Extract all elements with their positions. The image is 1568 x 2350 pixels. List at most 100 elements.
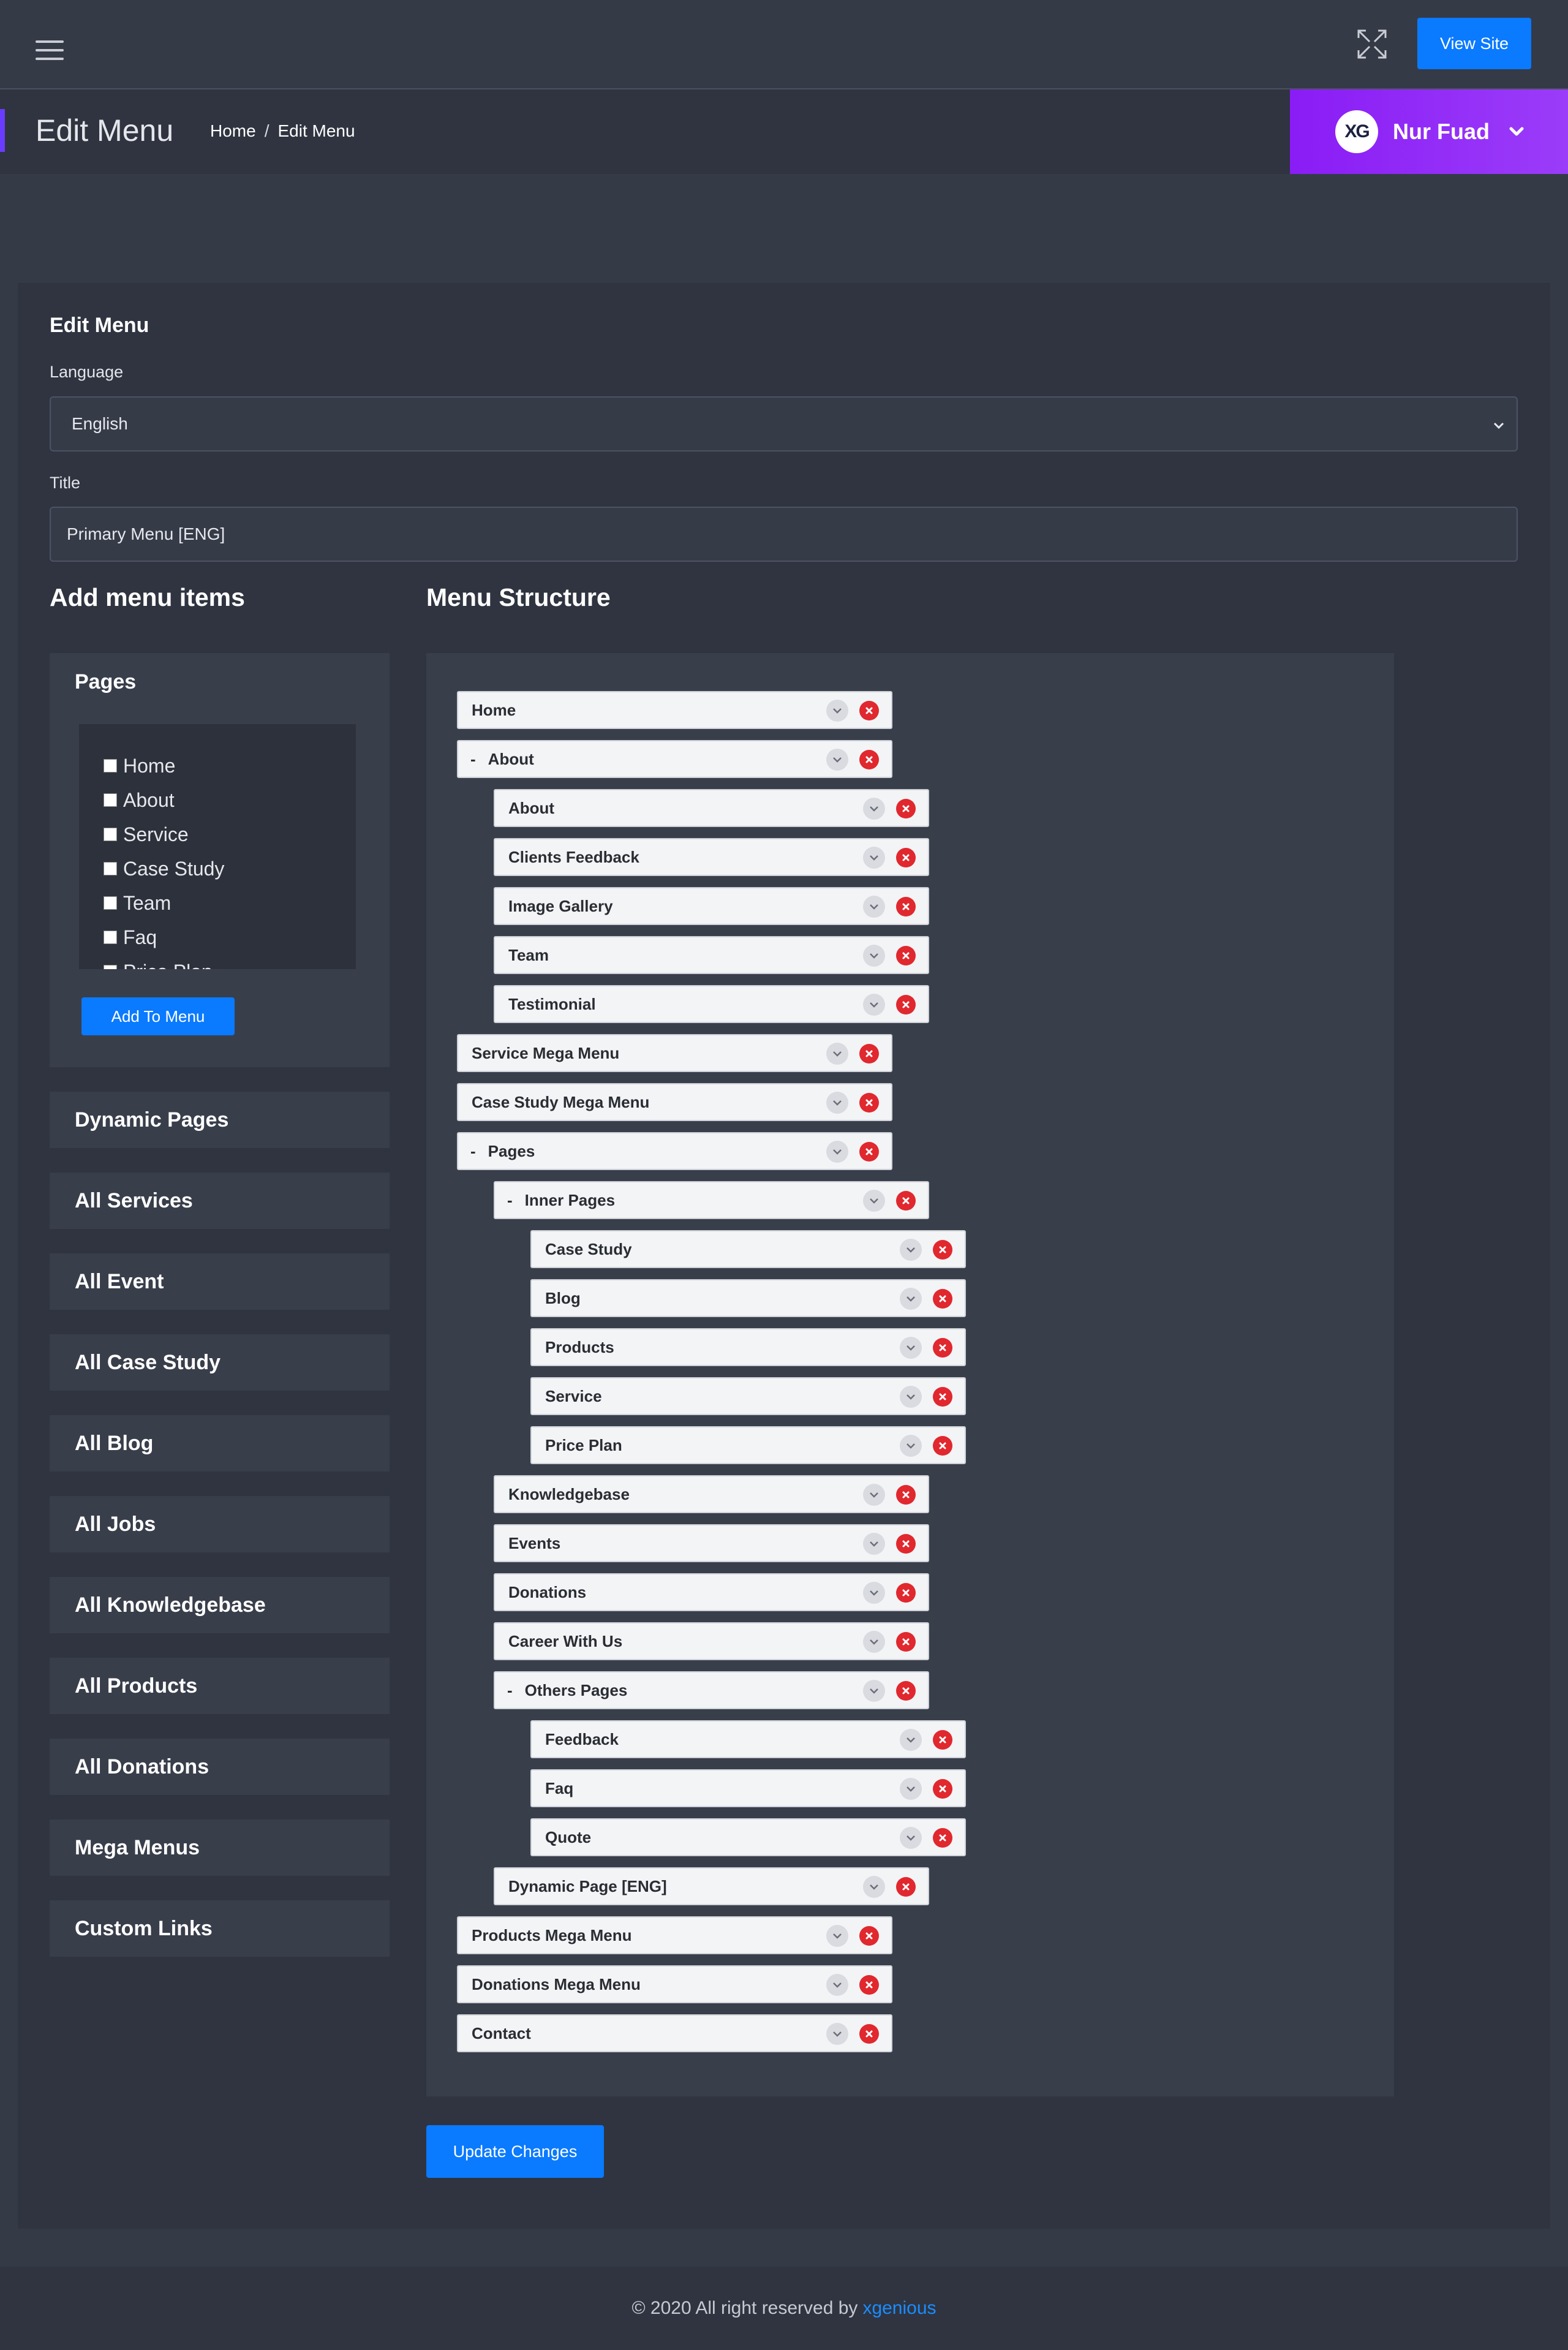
- add-to-menu-button[interactable]: Add To Menu: [81, 997, 235, 1035]
- accordion-custom-links[interactable]: Custom Links: [50, 1900, 390, 1957]
- remove-icon[interactable]: [859, 1926, 879, 1946]
- menu-structure-item[interactable]: Service Mega Menu: [457, 1034, 892, 1072]
- menu-structure-item[interactable]: Products Mega Menu: [457, 1916, 892, 1954]
- menu-structure-item[interactable]: - Pages: [457, 1132, 892, 1170]
- remove-icon[interactable]: [859, 1093, 879, 1113]
- pages-panel-title[interactable]: Pages: [75, 670, 136, 694]
- menu-structure-item[interactable]: Home: [457, 691, 892, 729]
- remove-icon[interactable]: [933, 1387, 952, 1407]
- chevron-down-icon[interactable]: [826, 1092, 848, 1114]
- chevron-down-icon[interactable]: [863, 1876, 885, 1898]
- page-checkbox-item[interactable]: Home: [104, 749, 356, 783]
- menu-structure-item[interactable]: Team: [494, 936, 929, 974]
- chevron-down-icon[interactable]: [863, 1190, 885, 1212]
- chevron-down-icon[interactable]: [900, 1386, 922, 1408]
- remove-icon[interactable]: [896, 1681, 916, 1701]
- accordion-all-jobs[interactable]: All Jobs: [50, 1496, 390, 1552]
- page-checkbox-item[interactable]: Case Study: [104, 852, 356, 886]
- chevron-down-icon[interactable]: [863, 798, 885, 820]
- chevron-down-icon[interactable]: [826, 1974, 848, 1996]
- checkbox[interactable]: [104, 896, 117, 910]
- checkbox[interactable]: [104, 965, 117, 969]
- title-input[interactable]: [50, 507, 1518, 562]
- remove-icon[interactable]: [896, 848, 916, 867]
- footer-link[interactable]: xgenious: [862, 2298, 936, 2319]
- update-changes-button[interactable]: Update Changes: [426, 2125, 604, 2178]
- remove-icon[interactable]: [896, 897, 916, 916]
- chevron-down-icon[interactable]: [863, 1582, 885, 1604]
- remove-icon[interactable]: [896, 799, 916, 818]
- chevron-down-icon[interactable]: [863, 1680, 885, 1702]
- chevron-down-icon[interactable]: [826, 1925, 848, 1947]
- breadcrumb-home[interactable]: Home: [210, 121, 256, 141]
- menu-structure-item[interactable]: Service: [530, 1377, 966, 1415]
- remove-icon[interactable]: [933, 1289, 952, 1309]
- checkbox[interactable]: [104, 793, 117, 807]
- menu-structure-item[interactable]: Case Study: [530, 1230, 966, 1268]
- user-menu[interactable]: XG Nur Fuad: [1290, 89, 1568, 174]
- menu-structure-item[interactable]: Price Plan: [530, 1426, 966, 1464]
- menu-structure-item[interactable]: Donations Mega Menu: [457, 1965, 892, 2003]
- chevron-down-icon[interactable]: [863, 1631, 885, 1653]
- remove-icon[interactable]: [896, 946, 916, 965]
- remove-icon[interactable]: [859, 2024, 879, 2044]
- chevron-down-icon[interactable]: [900, 1778, 922, 1800]
- accordion-all-blog[interactable]: All Blog: [50, 1415, 390, 1472]
- collapse-indicator[interactable]: -: [507, 1681, 513, 1700]
- remove-icon[interactable]: [859, 750, 879, 769]
- accordion-all-event[interactable]: All Event: [50, 1253, 390, 1310]
- accordion-all-services[interactable]: All Services: [50, 1173, 390, 1229]
- remove-icon[interactable]: [896, 995, 916, 1014]
- chevron-down-icon[interactable]: [863, 1484, 885, 1506]
- remove-icon[interactable]: [896, 1534, 916, 1554]
- remove-icon[interactable]: [933, 1779, 952, 1799]
- fullscreen-icon[interactable]: [1356, 28, 1388, 60]
- menu-structure-item[interactable]: Career With Us: [494, 1622, 929, 1660]
- chevron-down-icon[interactable]: [826, 1043, 848, 1065]
- menu-structure-item[interactable]: Testimonial: [494, 985, 929, 1023]
- menu-structure-item[interactable]: Events: [494, 1524, 929, 1562]
- collapse-indicator[interactable]: -: [507, 1191, 513, 1210]
- language-select[interactable]: English: [50, 396, 1518, 451]
- remove-icon[interactable]: [933, 1436, 952, 1456]
- menu-structure-item[interactable]: Contact: [457, 2014, 892, 2052]
- chevron-down-icon[interactable]: [900, 1337, 922, 1359]
- remove-icon[interactable]: [933, 1730, 952, 1750]
- hamburger-icon[interactable]: [36, 40, 64, 60]
- page-checkbox-item[interactable]: Team: [104, 886, 356, 920]
- page-checkbox-item[interactable]: Faq: [104, 920, 356, 954]
- menu-structure-item[interactable]: - About: [457, 740, 892, 778]
- chevron-down-icon[interactable]: [826, 1141, 848, 1163]
- accordion-all-products[interactable]: All Products: [50, 1658, 390, 1714]
- menu-structure-item[interactable]: Clients Feedback: [494, 838, 929, 876]
- checkbox[interactable]: [104, 759, 117, 773]
- remove-icon[interactable]: [933, 1240, 952, 1260]
- chevron-down-icon[interactable]: [900, 1288, 922, 1310]
- menu-structure-item[interactable]: Blog: [530, 1279, 966, 1317]
- pages-list[interactable]: Home About Service Case Study Team Faq Price P…: [79, 724, 356, 969]
- chevron-down-icon[interactable]: [863, 1533, 885, 1555]
- page-checkbox-item[interactable]: Service: [104, 817, 356, 852]
- menu-structure-item[interactable]: Products: [530, 1328, 966, 1366]
- remove-icon[interactable]: [859, 1975, 879, 1995]
- accordion-mega-menus[interactable]: Mega Menus: [50, 1819, 390, 1876]
- page-checkbox-item[interactable]: Price Plan: [104, 954, 356, 969]
- remove-icon[interactable]: [859, 1044, 879, 1064]
- chevron-down-icon[interactable]: [863, 945, 885, 967]
- chevron-down-icon[interactable]: [863, 994, 885, 1016]
- menu-structure-item[interactable]: Knowledgebase: [494, 1475, 929, 1513]
- chevron-down-icon[interactable]: [826, 700, 848, 722]
- checkbox[interactable]: [104, 862, 117, 875]
- remove-icon[interactable]: [896, 1632, 916, 1652]
- view-site-button[interactable]: View Site: [1417, 18, 1531, 69]
- remove-icon[interactable]: [859, 1142, 879, 1162]
- menu-structure-item[interactable]: Case Study Mega Menu: [457, 1083, 892, 1121]
- remove-icon[interactable]: [859, 701, 879, 720]
- menu-structure-item[interactable]: Image Gallery: [494, 887, 929, 925]
- menu-structure-item[interactable]: Feedback: [530, 1720, 966, 1758]
- checkbox[interactable]: [104, 931, 117, 944]
- menu-structure-item[interactable]: Donations: [494, 1573, 929, 1611]
- checkbox[interactable]: [104, 828, 117, 841]
- chevron-down-icon[interactable]: [826, 2023, 848, 2045]
- chevron-down-icon[interactable]: [863, 847, 885, 869]
